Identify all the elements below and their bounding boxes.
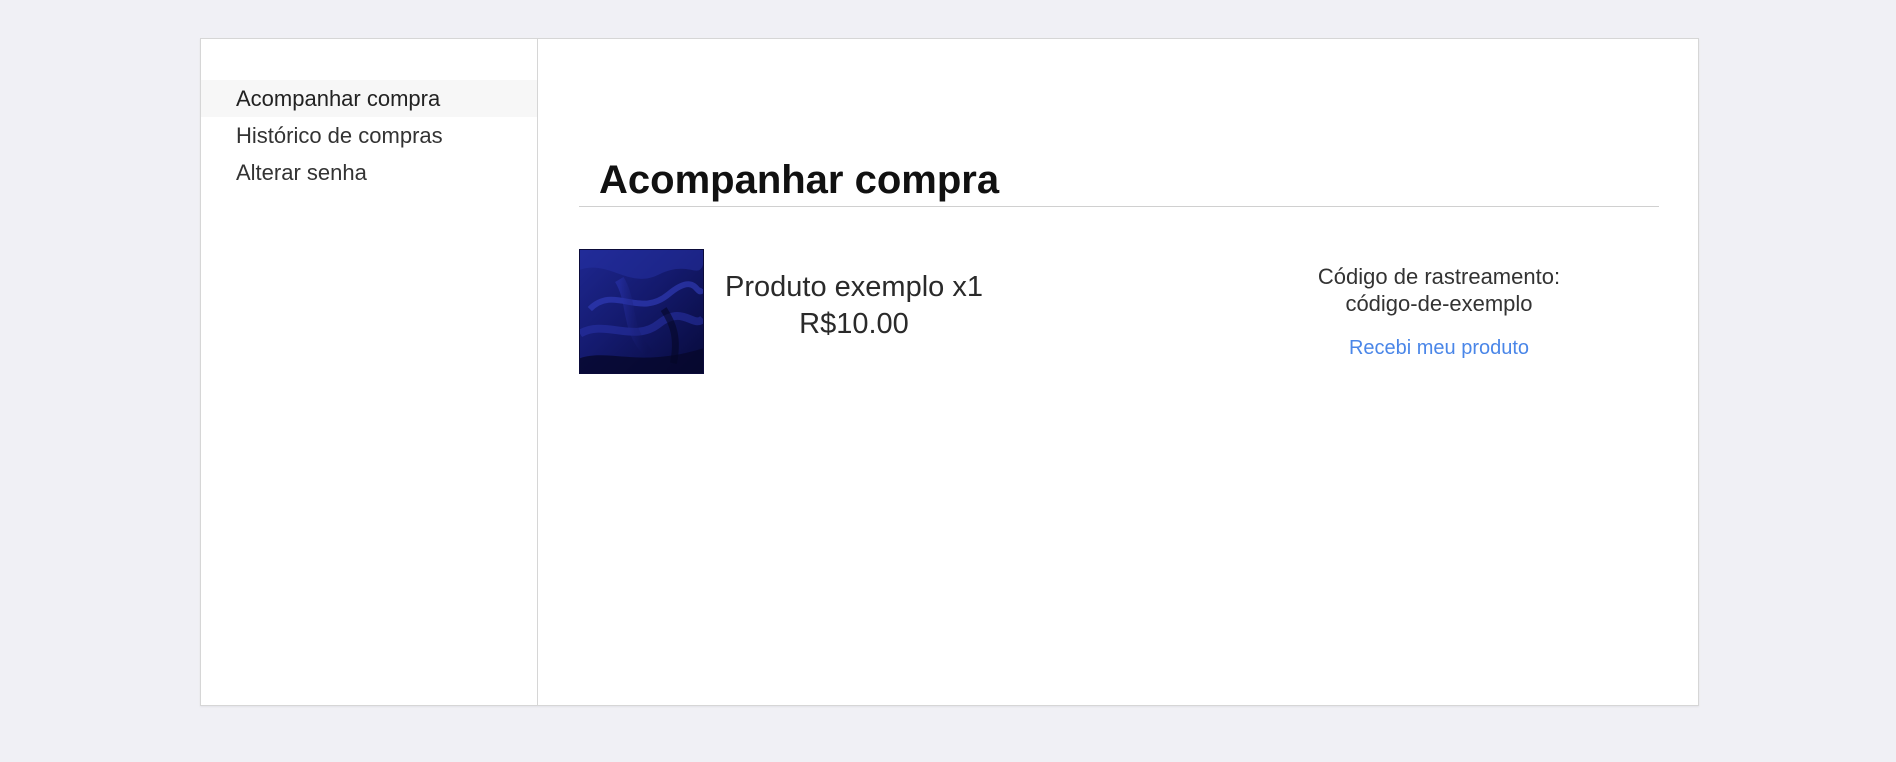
product-image bbox=[579, 249, 704, 374]
sidebar-nav: Acompanhar compra Histórico de compras A… bbox=[201, 80, 537, 191]
order-item: Produto exemplo x1 R$10.00 Código de ras… bbox=[579, 249, 1659, 374]
received-product-link[interactable]: Recebi meu produto bbox=[1289, 335, 1589, 362]
product-info: Produto exemplo x1 R$10.00 bbox=[704, 269, 1004, 343]
main-content: Acompanhar compra Produto exemplo x1 R$1… bbox=[538, 39, 1698, 705]
product-name: Produto exemplo x1 bbox=[725, 271, 983, 303]
sidebar-item-acompanhar-compra[interactable]: Acompanhar compra bbox=[201, 80, 537, 117]
tracking-code: código-de-exemplo bbox=[1345, 291, 1533, 316]
sidebar-item-alterar-senha[interactable]: Alterar senha bbox=[201, 154, 537, 191]
tracking-label: Código de rastreamento: bbox=[1317, 264, 1561, 289]
sidebar-item-historico-de-compras[interactable]: Histórico de compras bbox=[201, 117, 537, 154]
sidebar: Acompanhar compra Histórico de compras A… bbox=[201, 39, 538, 705]
account-panel: Acompanhar compra Histórico de compras A… bbox=[200, 38, 1699, 706]
product-price: R$10.00 bbox=[799, 308, 909, 340]
tracking-info: Código de rastreamento: código-de-exempl… bbox=[1289, 263, 1589, 362]
page-title: Acompanhar compra bbox=[599, 158, 1000, 202]
divider bbox=[579, 206, 1659, 207]
